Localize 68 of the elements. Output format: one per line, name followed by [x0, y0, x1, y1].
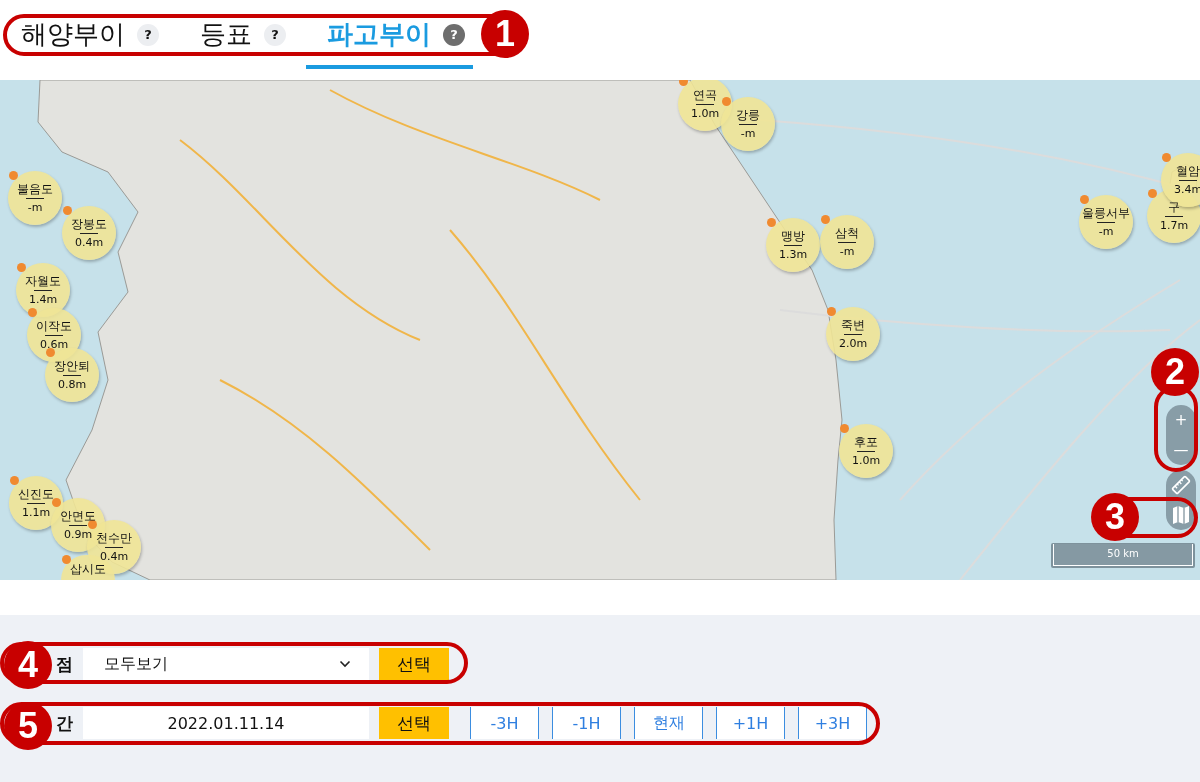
- time-field[interactable]: 2022.01.11.14: [83, 707, 369, 739]
- chevron-down-icon: [339, 660, 351, 668]
- buoy-name: 불음도: [17, 182, 53, 196]
- marker-dot-icon: [767, 218, 776, 227]
- row-label: 간: [55, 712, 73, 735]
- buoy-name: 삼척: [835, 226, 859, 240]
- wave-height: 0.8m: [57, 378, 87, 391]
- wave-height: 0.6m: [39, 338, 69, 351]
- wave-height: -m: [740, 127, 756, 140]
- wave-height: -m: [839, 245, 855, 258]
- buoy-name: 장안퇴: [54, 359, 90, 373]
- buoy-name: 신진도: [18, 487, 54, 501]
- buoy-name: 후포: [854, 435, 878, 449]
- buoy-name: 안면도: [60, 509, 96, 523]
- marker-dot-icon: [821, 215, 830, 224]
- map-icon: [1172, 505, 1190, 525]
- select-button[interactable]: 선택: [379, 648, 449, 680]
- wave-height: -m: [27, 201, 43, 214]
- time-step-button[interactable]: -1H: [552, 707, 621, 739]
- buoy-name: 울릉서부: [1082, 206, 1130, 220]
- wave-height: 1.0m: [690, 107, 720, 120]
- marker-dot-icon: [28, 308, 37, 317]
- buoy-name: 맹방: [781, 229, 805, 243]
- marker-dot-icon: [46, 348, 55, 357]
- ruler-icon: [1171, 475, 1191, 495]
- select-button[interactable]: 선택: [379, 707, 449, 739]
- marker-dot-icon: [62, 555, 71, 564]
- marker-dot-icon: [1162, 153, 1171, 162]
- marker-dot-icon: [52, 498, 61, 507]
- marker-dot-icon: [1148, 189, 1157, 198]
- marker-dot-icon: [1080, 195, 1089, 204]
- wave-height: 1.3m: [778, 248, 808, 261]
- marker-dot-icon: [827, 307, 836, 316]
- marker-dot-icon: [63, 206, 72, 215]
- marker-dot-icon: [10, 476, 19, 485]
- buoy-name: 죽변: [841, 318, 865, 332]
- marker-dot-icon: [88, 520, 97, 529]
- time-step-button[interactable]: 현재: [634, 707, 703, 739]
- marker-dot-icon: [17, 263, 26, 272]
- row-label: 점: [55, 653, 73, 676]
- station-dropdown[interactable]: 모두보기: [83, 648, 369, 680]
- wave-height: 1.1m: [21, 506, 51, 519]
- tab[interactable]: 등표 ?: [179, 0, 294, 69]
- callout-number: 1: [481, 10, 529, 58]
- marker-dot-icon: [840, 424, 849, 433]
- buoy-name: 장봉도: [71, 217, 107, 231]
- wave-height: -m: [1098, 225, 1114, 238]
- marker-dot-icon: [9, 171, 18, 180]
- help-button[interactable]: ?: [137, 23, 159, 46]
- buoy-name: 혈암: [1176, 164, 1200, 178]
- wave-height: 1.7m: [1159, 219, 1189, 232]
- buoy-name: 연곡: [693, 88, 717, 102]
- time-step-button[interactable]: -3H: [470, 707, 539, 739]
- buoy-name: 자월도: [25, 274, 61, 288]
- time-step-button[interactable]: +1H: [716, 707, 785, 739]
- marker-dot-icon: [722, 97, 731, 106]
- wave-height: 1.0m: [851, 454, 881, 467]
- wave-height: 2.0m: [838, 337, 868, 350]
- help-button[interactable]: ?: [264, 23, 286, 46]
- buoy-name: 강릉: [736, 108, 760, 122]
- scale-bar: 50 km: [1051, 543, 1195, 568]
- wave-height: 1.4m: [28, 293, 58, 306]
- tab[interactable]: 해양부이 ?: [0, 0, 167, 69]
- help-button[interactable]: ?: [443, 23, 465, 46]
- buoy-name: 이작도: [36, 319, 72, 333]
- time-step-button[interactable]: +3H: [798, 707, 867, 739]
- tab[interactable]: 파고부이 ?: [306, 0, 473, 69]
- wave-height: 0.4m: [74, 236, 104, 249]
